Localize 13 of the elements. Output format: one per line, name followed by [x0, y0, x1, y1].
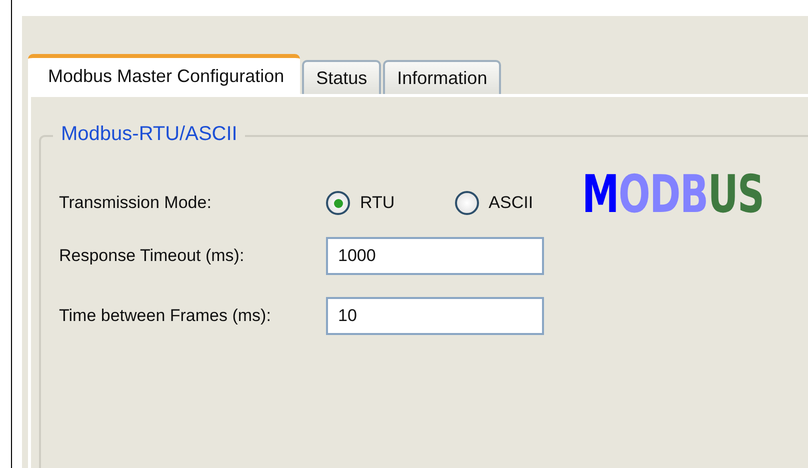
field-label: Response Timeout (ms):: [59, 246, 246, 266]
radio-label: ASCII: [488, 193, 534, 213]
input-field[interactable]: 10: [326, 297, 544, 335]
radio-label: RTU: [360, 193, 395, 213]
field-label: Time between Frames (ms):: [59, 306, 272, 326]
tab[interactable]: Information: [383, 60, 502, 94]
field-label: Transmission Mode:: [59, 193, 212, 213]
input-field[interactable]: 1000: [326, 237, 544, 275]
radio-button[interactable]: [454, 191, 479, 215]
radio-button[interactable]: [326, 191, 350, 215]
tab[interactable]: Status: [302, 60, 382, 94]
modbus-logo: MODBUS: [582, 169, 764, 225]
tab[interactable]: Modbus Master Configuration: [28, 54, 300, 94]
